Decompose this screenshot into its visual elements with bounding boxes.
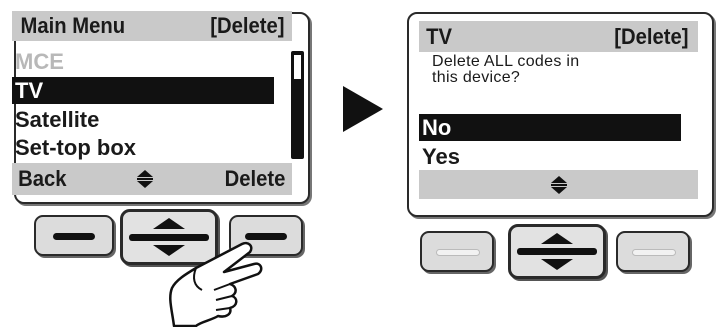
- title-delete-indicator: [Delete]: [210, 13, 285, 38]
- up-down-arrows-icon: [137, 170, 154, 188]
- left-soft-key-inactive[interactable]: [420, 231, 494, 272]
- main-menu-title: Main Menu: [20, 13, 126, 38]
- left-soft-key[interactable]: [34, 215, 114, 256]
- right-soft-key-dash: [245, 232, 287, 240]
- option-yes[interactable]: Yes: [419, 143, 681, 170]
- scrollbar-thumb[interactable]: [294, 55, 301, 79]
- menu-item-mce[interactable]: MCE: [12, 48, 274, 75]
- right-soft-key-dash: [632, 248, 676, 256]
- menu-item-satellite[interactable]: Satellite: [12, 106, 274, 133]
- softkey-delete-label: Delete: [224, 166, 286, 191]
- option-no[interactable]: No: [419, 114, 681, 141]
- confirm-question-line-1: Delete ALL codes in: [432, 53, 580, 70]
- left-soft-key-dash: [53, 232, 95, 240]
- up-down-nav-key-confirm[interactable]: [508, 224, 606, 279]
- confirm-title: TV: [426, 23, 452, 49]
- pointing-hand-icon: [169, 241, 263, 327]
- menu-item-set-top-box[interactable]: Set-top box: [12, 134, 274, 161]
- play-arrow-icon: [343, 86, 383, 132]
- confirm-question-line-2: this device?: [432, 69, 521, 86]
- up-down-nav-icon: [517, 233, 597, 270]
- up-down-arrows-icon: [550, 175, 567, 194]
- left-soft-key-dash: [436, 248, 480, 256]
- softkey-back-label: Back: [18, 166, 67, 191]
- main-menu-title-bar: Main Menu [Delete]: [12, 11, 292, 41]
- menu-scrollbar[interactable]: [291, 51, 304, 159]
- confirm-title-bar: TV [Delete]: [419, 21, 698, 52]
- confirm-status-bar: [419, 170, 698, 199]
- right-soft-key-inactive[interactable]: [616, 231, 690, 272]
- confirm-delete-indicator: [Delete]: [614, 23, 689, 49]
- softkey-bar: Back Delete: [12, 163, 292, 195]
- confirm-question: Delete ALL codes in this device?: [432, 54, 672, 86]
- menu-item-tv[interactable]: TV: [12, 77, 274, 104]
